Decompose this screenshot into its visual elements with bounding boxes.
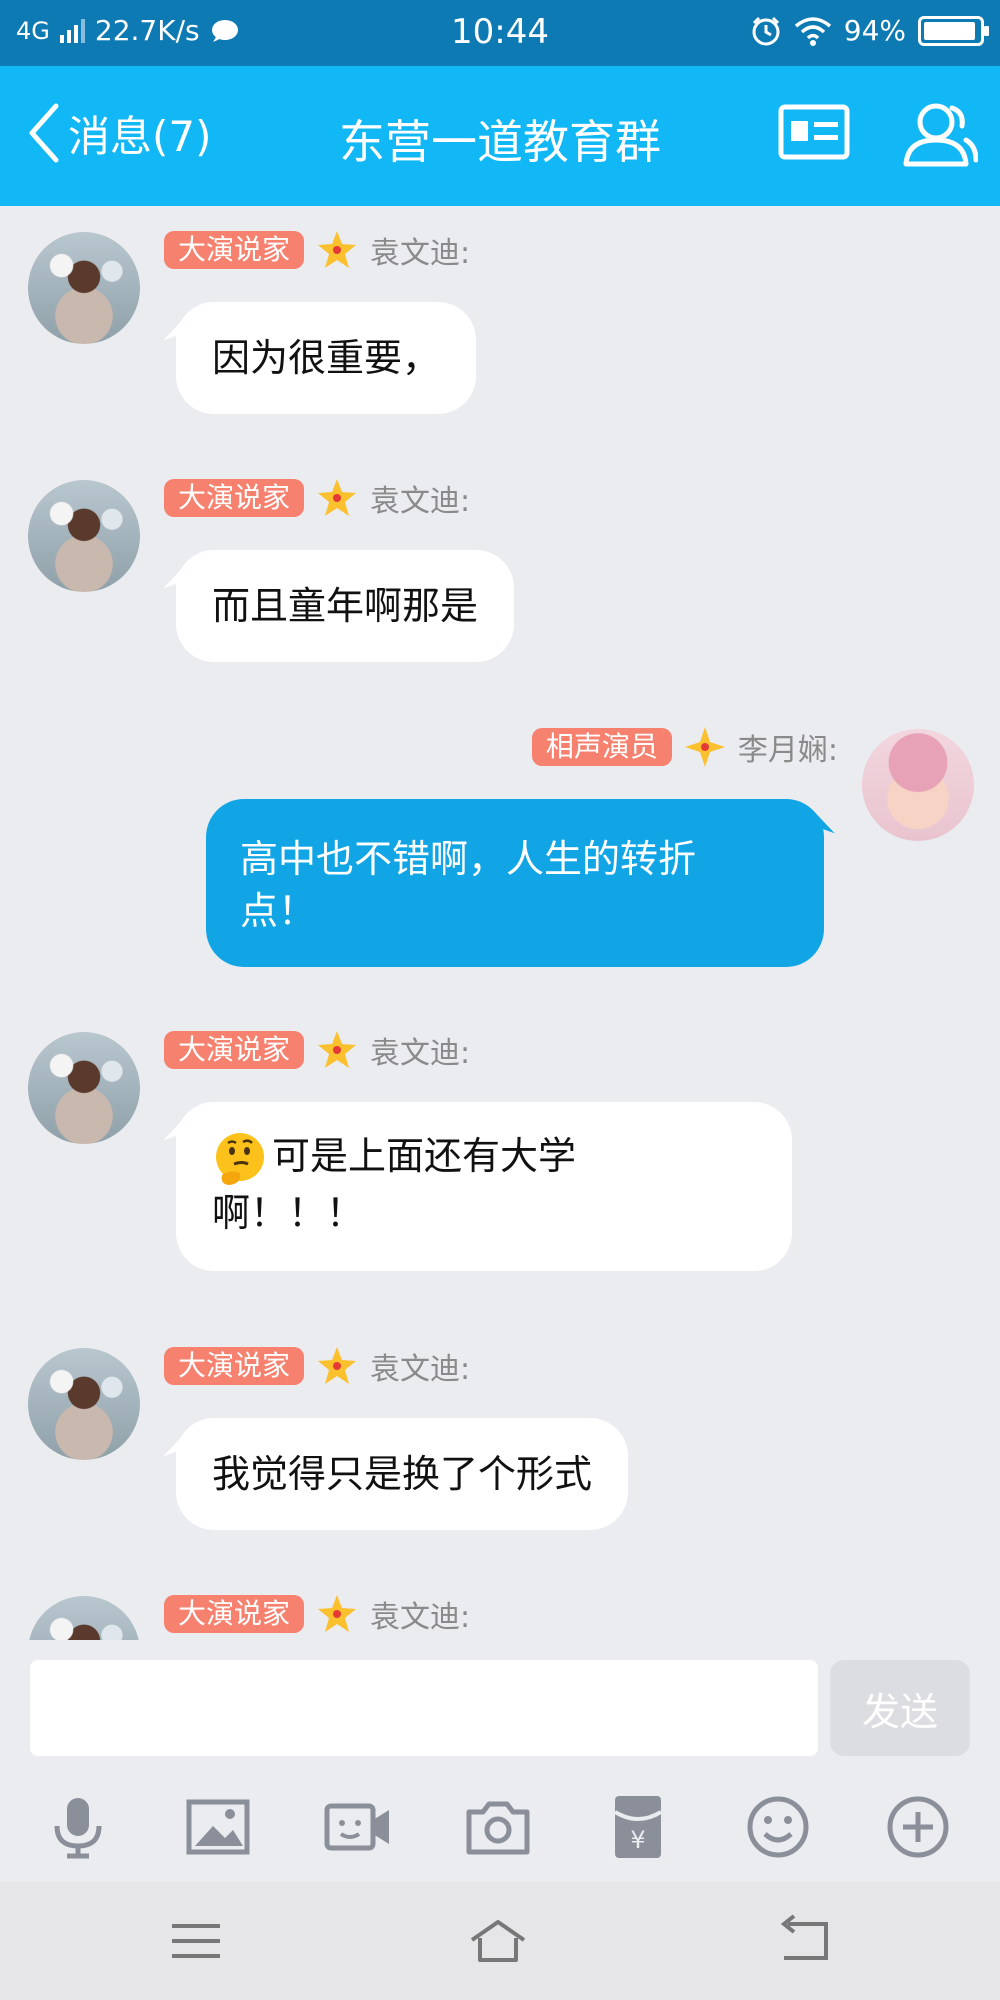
sender-name: 袁文迪: bbox=[370, 1600, 471, 1635]
emoji-icon[interactable] bbox=[743, 1792, 813, 1862]
microphone-icon[interactable] bbox=[43, 1792, 113, 1862]
plus-icon[interactable] bbox=[883, 1792, 953, 1862]
avatar[interactable] bbox=[28, 1596, 140, 1640]
message-bubble[interactable]: 而且童年啊那是 bbox=[176, 550, 515, 662]
member-title-badge: 大演说家 bbox=[164, 479, 305, 517]
sender-name: 袁文迪: bbox=[370, 236, 471, 271]
message-input[interactable] bbox=[30, 1660, 818, 1756]
message-text: 我觉得只是换了个形式 bbox=[212, 1452, 593, 1496]
message-line: 可是上面还有大学 bbox=[212, 1130, 756, 1187]
member-title-badge: 大演说家 bbox=[164, 1595, 305, 1633]
back-label: 消息(7) bbox=[68, 111, 212, 161]
member-title-badge: 大演说家 bbox=[164, 1031, 305, 1069]
id-card-icon bbox=[778, 104, 850, 160]
chat-header: 消息(7) 东营一道教育群 bbox=[0, 66, 1000, 206]
sender-info: 大演说家 袁文迪: bbox=[164, 1594, 471, 1635]
battery-fill bbox=[924, 21, 975, 40]
battery-percent: 94% bbox=[843, 14, 906, 47]
message-item: 大演说家 袁文迪: 我觉得只是换了个形式 bbox=[0, 1322, 1000, 1552]
composer: 发送 bbox=[0, 1640, 1000, 1766]
avatar[interactable] bbox=[28, 232, 140, 344]
chevron-left-icon bbox=[29, 103, 59, 163]
sender-info: 大演说家 袁文迪: bbox=[164, 1030, 471, 1071]
avatar[interactable] bbox=[28, 1032, 140, 1144]
menu-icon[interactable] bbox=[166, 1914, 226, 1968]
star-icon bbox=[318, 1347, 357, 1384]
status-right: 94% bbox=[750, 14, 989, 47]
thinking-face-icon bbox=[216, 1132, 264, 1185]
composer-toolbar: ¥ bbox=[0, 1766, 1000, 1882]
star-icon bbox=[318, 1031, 357, 1068]
back-icon[interactable] bbox=[774, 1914, 834, 1968]
member-title-badge: 大演说家 bbox=[164, 231, 305, 269]
sender-name: 李月娴: bbox=[737, 733, 838, 768]
message-item: 大演说家 袁文迪: 而且童年啊那是 bbox=[0, 454, 1000, 684]
sender-name: 袁文迪: bbox=[370, 1036, 471, 1071]
message-text: 高中也不错啊，人生的转折 bbox=[240, 837, 697, 881]
image-icon[interactable] bbox=[183, 1792, 253, 1862]
star-icon bbox=[318, 231, 357, 268]
battery-icon bbox=[918, 15, 989, 46]
home-icon[interactable] bbox=[468, 1914, 528, 1968]
video-call-icon[interactable] bbox=[323, 1792, 393, 1862]
member-title-badge: 大演说家 bbox=[164, 1347, 305, 1385]
sparkle-icon bbox=[684, 727, 725, 767]
alarm-icon bbox=[752, 16, 780, 45]
red-packet-icon[interactable]: ¥ bbox=[603, 1792, 673, 1862]
star-icon bbox=[318, 1595, 357, 1632]
avatar[interactable] bbox=[862, 729, 974, 841]
send-button[interactable]: 发送 bbox=[830, 1660, 970, 1756]
sender-info: 大演说家 袁文迪: bbox=[164, 478, 471, 519]
svg-text:¥: ¥ bbox=[630, 1826, 645, 1854]
message-text: 可是上面还有大学 bbox=[272, 1134, 577, 1178]
message-text: 而且童年啊那是 bbox=[212, 584, 479, 628]
message-bubble[interactable]: 高中也不错啊，人生的转折 点！ bbox=[206, 799, 824, 967]
star-icon bbox=[318, 479, 357, 516]
group-members-button[interactable] bbox=[898, 100, 979, 172]
sender-name: 袁文迪: bbox=[370, 1352, 471, 1387]
back-button[interactable]: 消息(7) bbox=[26, 102, 212, 164]
avatar[interactable] bbox=[28, 480, 140, 592]
message-text: 啊！！！ bbox=[212, 1190, 365, 1235]
message-item: 大演说家 袁文迪: 可是上面还有大学 啊！！！ bbox=[0, 1006, 1000, 1306]
message-bubble[interactable]: 可是上面还有大学 啊！！！ bbox=[176, 1102, 792, 1271]
message-text: 因为很重要， bbox=[212, 336, 441, 380]
message-item: 大演说家 袁文迪: bbox=[0, 1570, 1000, 1640]
message-list[interactable]: 大演说家 袁文迪: 因为很重要， 大演说家 袁文迪: 而且童年啊那是 相声演员 … bbox=[0, 206, 1000, 1640]
sender-name: 袁文迪: bbox=[370, 484, 471, 519]
avatar[interactable] bbox=[28, 1348, 140, 1460]
system-navigation-bar bbox=[0, 1882, 1000, 2000]
sender-info: 大演说家 袁文迪: bbox=[164, 1346, 471, 1387]
message-item: 相声演员 李月娴: 高中也不错啊，人生的转折 点！ bbox=[0, 703, 1000, 973]
message-bubble[interactable]: 我觉得只是换了个形式 bbox=[176, 1418, 629, 1530]
group-card-button[interactable] bbox=[778, 104, 850, 164]
status-bar: 4G 22.7K/s 10:44 94% bbox=[0, 0, 1000, 66]
sender-info: 大演说家 袁文迪: bbox=[164, 230, 471, 271]
message-item: 大演说家 袁文迪: 因为很重要， bbox=[0, 206, 1000, 436]
sender-info: 相声演员 李月娴: bbox=[531, 727, 838, 768]
message-text: 点！ bbox=[240, 889, 317, 933]
group-members-icon bbox=[903, 103, 979, 167]
message-bubble[interactable]: 因为很重要， bbox=[176, 302, 477, 414]
wifi-icon bbox=[794, 16, 831, 46]
camera-icon[interactable] bbox=[463, 1792, 533, 1862]
member-title-badge: 相声演员 bbox=[531, 728, 672, 766]
